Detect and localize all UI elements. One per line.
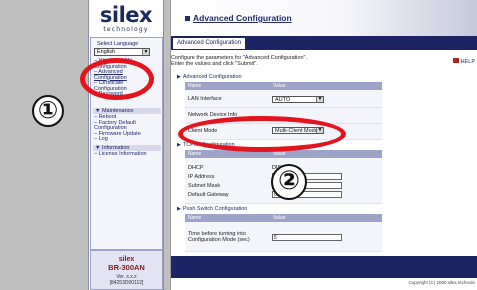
title-bullet-icon [185,16,190,22]
instruction-text: Configure the parameters for "Advanced C… [171,55,371,67]
lan-interface-select[interactable]: AUTO ▼ [272,96,324,103]
triangle-right-icon: ▶ [177,74,181,80]
section-advanced: ▶ Advanced Configuration [177,74,242,80]
language-select-value: English [97,49,116,55]
instruction-line-2: Enter the values and click "Submit". [171,61,258,67]
triangle-right-icon: ▶ [177,142,181,148]
help-label: HELP [460,59,475,65]
section-push-title: Push Switch Configuration [182,206,248,212]
information-menu: – License Information [91,151,161,158]
lan-interface-value: AUTO [275,97,291,103]
help-link[interactable]: HELP [452,58,475,65]
footer-bar [171,256,477,278]
maintenance-menu: – Reboot – Factory Default Configuration… [91,114,161,143]
chevron-down-icon: ▼ [142,49,149,55]
screenshot-stage: silex technology Select Language English… [0,0,477,290]
triangle-right-icon: ▶ [177,206,181,212]
col-name-header: Name [188,83,202,89]
page-title: Advanced Configuration [185,13,292,23]
push-time-label-2: Configuration Mode (sec) [188,237,250,243]
tab-bar: Advanced Configuration [171,36,477,50]
nav-license-info[interactable]: – License Information [91,151,161,158]
dhcp-label: DHCP [188,165,204,171]
content-header: Advanced Configuration [171,0,477,36]
highlight-ellipse-client-mode [178,116,346,152]
language-select[interactable]: English ▼ [94,48,150,56]
advanced-table-header: Name Value [185,82,382,90]
default-gateway-label: Default Gateway [188,192,229,198]
logo-brand: silex [99,3,153,27]
model-info-box: silex BR-300AN Ver. x.x.x [84253D00112] [90,250,163,290]
logo-subtitle: technology [103,26,149,33]
col-value-header: Value [273,83,286,89]
col-name-header: Name [188,151,202,157]
push-time-input[interactable]: 5 [272,234,342,241]
model-brand: silex [118,256,135,263]
copyright-text: Copyright (C) 2000 silex technolo [171,278,477,290]
silex-logo: silex technology [93,4,159,38]
subnet-mask-label: Subnet Mask [188,183,221,189]
row-push-time: Time before turning into Configuration M… [185,222,382,252]
lan-interface-label: LAN Interface [188,96,222,102]
push-table-header: Name Value [185,214,382,222]
section-push-switch: ▶ Push Switch Configuration [177,206,247,212]
col-name-header: Name [188,215,202,221]
help-icon [452,58,459,63]
annotation-number-2: ② [271,164,307,200]
model-mac: [84253D00112] [109,280,144,286]
left-nav-frame: silex technology Select Language English… [88,0,164,290]
nav-log[interactable]: – Log [91,136,161,143]
highlight-ellipse-nav [80,58,154,100]
section-advanced-title: Advanced Configuration [182,74,242,80]
col-value-header: Value [273,215,286,221]
page-title-text: Advanced Configuration [193,13,292,23]
annotation-number-1: ① [32,95,64,127]
language-label: Select Language [97,41,139,47]
ip-address-label: IP Address [188,174,215,180]
tab-advanced-configuration[interactable]: Advanced Configuration [173,38,246,49]
chevron-down-icon: ▼ [316,96,323,102]
model-name: BR-300AN [108,263,145,272]
row-lan-interface: LAN Interface AUTO ▼ [185,90,382,108]
